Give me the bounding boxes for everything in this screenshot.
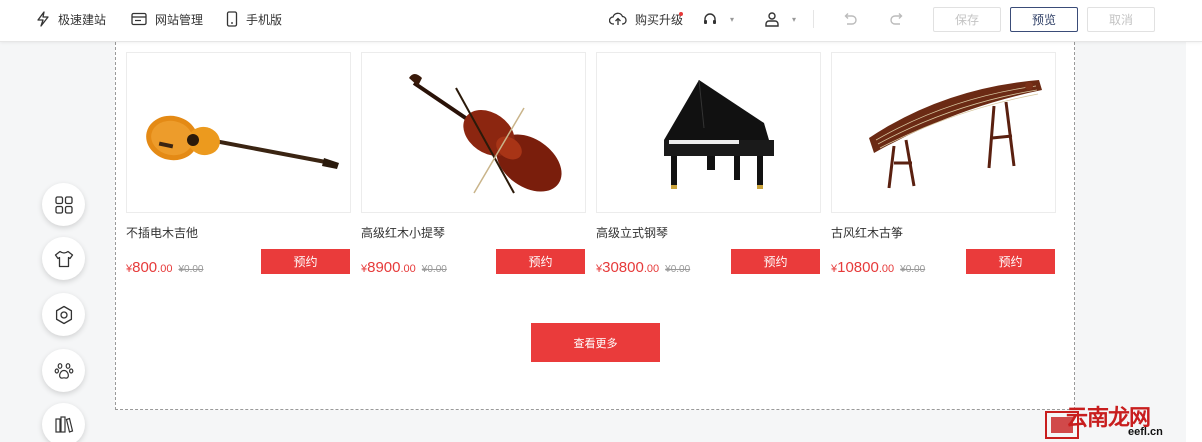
settings-tool[interactable] xyxy=(42,293,85,336)
product-card[interactable]: 古风红木古筝 ¥10800.00 ¥0.00 预约 xyxy=(831,52,1056,276)
product-name: 高级立式钢琴 xyxy=(596,226,669,240)
site-manage-button[interactable]: 网站管理 xyxy=(131,0,203,38)
product-price: ¥10800.00 ¥0.00 xyxy=(831,259,925,277)
theme-tool[interactable] xyxy=(42,237,85,280)
book-button[interactable]: 预约 xyxy=(731,249,820,274)
product-name: 不插电木吉他 xyxy=(126,226,199,240)
undo-button[interactable] xyxy=(842,0,866,38)
quick-build-label: 极速建站 xyxy=(58,12,107,27)
watermark-logo: 云南龙网 eefl.cn xyxy=(1044,400,1202,442)
product-image-guzheng[interactable] xyxy=(831,52,1056,213)
shirt-icon xyxy=(54,250,73,267)
lightning-icon xyxy=(37,11,49,27)
toolbar-divider xyxy=(813,10,814,28)
product-image-guitar[interactable] xyxy=(126,52,351,213)
book-button[interactable]: 预约 xyxy=(966,249,1055,274)
redo-button[interactable] xyxy=(889,0,913,38)
support-menu[interactable]: ▾ xyxy=(702,0,734,38)
mobile-label: 手机版 xyxy=(246,12,283,27)
product-list-module[interactable]: 不插电木吉他 ¥800.00 ¥0.00 预约 高级红木小提琴 ¥8900.00 ¥… xyxy=(115,42,1075,410)
quick-build-button[interactable]: 极速建站 xyxy=(36,0,106,38)
pages-tool[interactable] xyxy=(42,403,85,442)
mobile-button[interactable]: 手机版 xyxy=(226,0,282,38)
upgrade-button[interactable]: 购买升级 xyxy=(609,0,683,38)
product-image-violin[interactable] xyxy=(361,52,586,213)
top-toolbar: 极速建站 网站管理 手机版 购买升级 ▾ ▾ 保存 预览 取消 xyxy=(0,0,1202,42)
price-decimal: .00 xyxy=(400,263,416,275)
price-integer: 30800 xyxy=(602,259,644,276)
view-more-button[interactable]: 查看更多 xyxy=(531,323,660,362)
original-price: ¥0.00 xyxy=(421,264,447,275)
book-button[interactable]: 预约 xyxy=(496,249,585,274)
cloud-upload-icon xyxy=(609,12,627,25)
product-card[interactable]: 高级红木小提琴 ¥8900.00 ¥0.00 预约 xyxy=(361,52,586,276)
right-scroll-area xyxy=(1186,42,1202,442)
product-image-piano[interactable] xyxy=(596,52,821,213)
plugins-tool[interactable] xyxy=(42,349,85,392)
undo-icon xyxy=(844,13,857,25)
price-decimal: .00 xyxy=(157,263,173,275)
price-integer: 800 xyxy=(132,259,158,276)
price-integer: 10800 xyxy=(837,259,879,276)
original-price: ¥0.00 xyxy=(178,264,204,275)
paw-icon xyxy=(54,362,73,379)
cancel-button[interactable]: 取消 xyxy=(1087,7,1155,32)
notification-dot xyxy=(679,12,683,16)
user-menu[interactable]: ▾ xyxy=(764,0,796,38)
save-button[interactable]: 保存 xyxy=(933,7,1001,32)
preview-button[interactable]: 预览 xyxy=(1010,7,1078,32)
product-card[interactable]: 不插电木吉他 ¥800.00 ¥0.00 预约 xyxy=(126,52,351,276)
window-icon xyxy=(131,12,147,26)
components-tool[interactable] xyxy=(42,183,85,226)
grid-icon xyxy=(54,195,73,214)
price-decimal: .00 xyxy=(878,263,895,275)
watermark-domain: eefl.cn xyxy=(1128,426,1163,438)
book-icon xyxy=(54,415,73,433)
original-price: ¥0.00 xyxy=(665,264,691,275)
chevron-down-icon: ▾ xyxy=(792,14,797,24)
settings-icon xyxy=(55,305,72,324)
headset-icon xyxy=(704,13,716,24)
product-name: 古风红木古筝 xyxy=(831,226,904,240)
product-price: ¥30800.00 ¥0.00 xyxy=(596,259,690,277)
user-icon xyxy=(765,12,779,27)
book-button[interactable]: 预约 xyxy=(261,249,350,274)
price-decimal: .00 xyxy=(643,263,660,275)
product-price: ¥800.00 ¥0.00 xyxy=(126,259,203,277)
product-card[interactable]: 高级立式钢琴 ¥30800.00 ¥0.00 预约 xyxy=(596,52,821,276)
site-manage-label: 网站管理 xyxy=(155,12,204,27)
original-price: ¥0.00 xyxy=(900,264,926,275)
chevron-down-icon: ▾ xyxy=(730,14,735,24)
product-price: ¥8900.00 ¥0.00 xyxy=(361,259,447,277)
price-integer: 8900 xyxy=(367,259,401,276)
upgrade-label: 购买升级 xyxy=(635,12,684,27)
product-name: 高级红木小提琴 xyxy=(361,226,446,240)
phone-icon xyxy=(226,11,238,27)
redo-icon xyxy=(890,13,903,25)
